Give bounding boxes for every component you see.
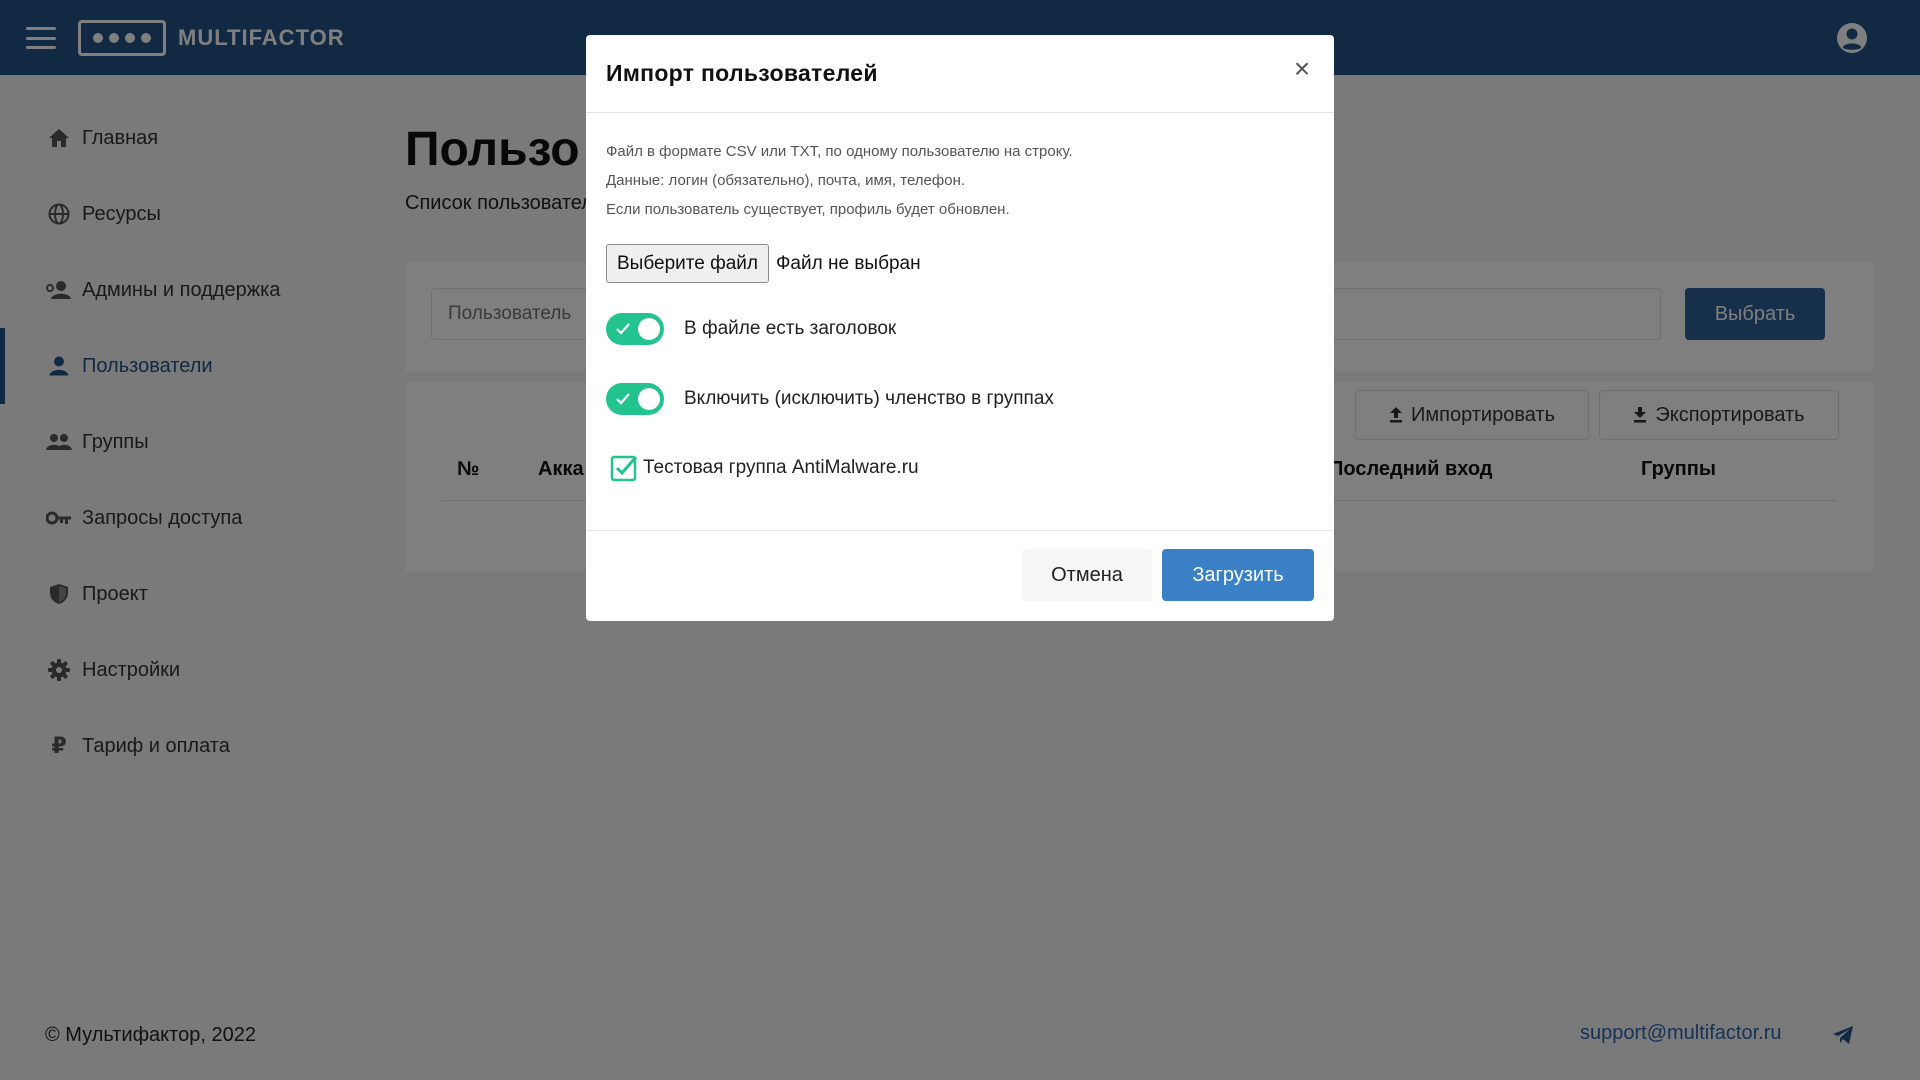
help-line-update: Если пользователь существует, профиль бу… bbox=[606, 201, 1010, 218]
group-membership-option: Включить (исключить) членство в группах bbox=[606, 383, 1314, 415]
cancel-button[interactable]: Отмена bbox=[1022, 549, 1152, 601]
modal-body: Файл в формате CSV или TXT, по одному по… bbox=[586, 113, 1334, 531]
header-row-option: В файле есть заголовок bbox=[606, 313, 1314, 345]
group-checkbox-label: Тестовая группа AntiMalware.ru bbox=[643, 457, 919, 478]
header-row-toggle[interactable] bbox=[606, 313, 664, 345]
help-line-format: Файл в формате CSV или TXT, по одному по… bbox=[606, 143, 1073, 160]
check-icon bbox=[616, 323, 630, 335]
close-icon[interactable]: × bbox=[1288, 55, 1316, 83]
modal-header: Импорт пользователей bbox=[586, 35, 1334, 113]
file-picker: Выберите файл Файл не выбран bbox=[606, 244, 1314, 283]
help-line-fields: Данные: логин (обязательно), почта, имя,… bbox=[606, 172, 966, 189]
import-users-dialog: Импорт пользователей × Файл в формате CS… bbox=[586, 35, 1334, 621]
check-icon bbox=[616, 393, 630, 405]
file-status: Файл не выбран bbox=[775, 252, 921, 274]
group-membership-toggle[interactable] bbox=[606, 383, 664, 415]
modal-footer: Отмена Загрузить bbox=[586, 531, 1334, 619]
group-option: Тестовая группа AntiMalware.ru bbox=[606, 453, 1314, 483]
upload-button[interactable]: Загрузить bbox=[1162, 549, 1314, 601]
modal-title: Импорт пользователей bbox=[606, 60, 878, 86]
header-row-label: В файле есть заголовок bbox=[684, 318, 897, 339]
group-membership-label: Включить (исключить) членство в группах bbox=[684, 388, 1054, 409]
choose-file-button[interactable]: Выберите файл bbox=[606, 244, 769, 283]
group-checkbox[interactable] bbox=[609, 453, 639, 483]
